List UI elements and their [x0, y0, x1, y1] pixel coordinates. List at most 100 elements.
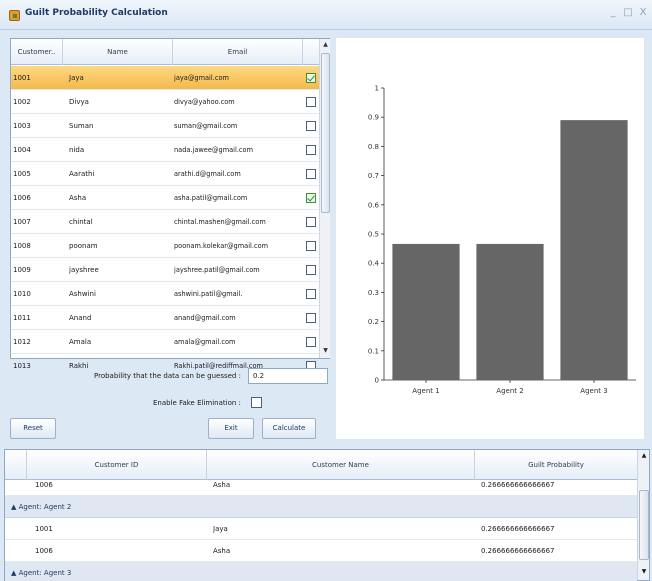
table-row[interactable]: 1008 poonam poonam.kolekar@gmail.com [11, 234, 319, 258]
customer-name-cell: Ashwini [69, 290, 96, 298]
minimize-button[interactable]: _ [607, 7, 619, 19]
table-row[interactable]: 1006 Asha 0.266666666666667 [5, 540, 637, 562]
table-row[interactable]: 1001 Jaya jaya@gmail.com [11, 66, 319, 90]
checkbox-cell [303, 138, 319, 162]
group-label: Agent: Agent 3 [18, 569, 72, 577]
table-row[interactable]: 1010 Ashwini ashwini.patil@gmail. [11, 282, 319, 306]
table-row[interactable]: 1004 nida nada.jawee@gmail.com [11, 138, 319, 162]
checkbox-cell [303, 306, 319, 330]
scroll-up-icon[interactable]: ▲ [320, 39, 331, 51]
table-row[interactable]: 1012 Amala amala@gmail.com [11, 330, 319, 354]
customer-id-cell: 1009 [13, 266, 31, 274]
leak-checkbox[interactable] [306, 289, 316, 299]
table-row[interactable]: 1003 Suman suman@gmail.com [11, 114, 319, 138]
leak-checkbox[interactable] [306, 313, 316, 323]
checkbox-cell [303, 90, 319, 114]
y-tick-label: 0.7 [368, 172, 379, 180]
leak-checkbox[interactable] [306, 145, 316, 155]
guilt-probability-chart: 0 0.1 0.2 0.3 0.4 0.5 0.6 0.7 0.8 0.9 1 Agent 1 Agen… [368, 85, 636, 395]
checkbox-cell [303, 282, 319, 306]
results-grid: Customer ID Customer Name Guilt Probabil… [4, 449, 650, 581]
group-row[interactable]: ▲ Agent: Agent 2 [5, 496, 637, 518]
y-tick-label: 1 [375, 85, 379, 93]
results-grid-scrollbar[interactable]: ▲ ▼ [637, 450, 649, 580]
leak-checkbox[interactable] [306, 217, 316, 227]
collapse-icon[interactable]: ▲ [11, 569, 19, 577]
table-row[interactable]: 1009 jayshree jayshree.patil@gmail.com [11, 258, 319, 282]
leak-checkbox[interactable] [306, 193, 316, 203]
checkbox-cell [303, 186, 319, 210]
customer-name-cell: Asha [213, 481, 231, 489]
y-tick-label: 0.8 [368, 143, 379, 151]
scroll-down-icon[interactable]: ▼ [638, 568, 650, 575]
customer-name-cell: Asha [213, 547, 231, 555]
leak-checkbox[interactable] [306, 121, 316, 131]
customer-name-cell: Amala [69, 338, 92, 346]
column-header-check[interactable] [303, 39, 319, 65]
customer-name-cell: Asha [69, 194, 87, 202]
table-row[interactable]: 1006 Asha asha.patil@gmail.com [11, 186, 319, 210]
customer-name-cell: Divya [69, 98, 89, 106]
probability-label: Probability that the data can be guessed… [94, 372, 241, 380]
customer-email-cell: jaya@gmail.com [174, 74, 229, 82]
customer-id-cell: 1012 [13, 338, 31, 346]
customer-email-cell: chintal.mashen@gmail.com [174, 218, 266, 226]
customer-email-cell: suman@gmail.com [174, 122, 238, 130]
leak-checkbox[interactable] [306, 265, 316, 275]
table-row[interactable]: 1001 Jaya 0.266666666666667 [5, 518, 637, 540]
probability-input[interactable]: 0.2 [248, 368, 328, 384]
y-tick-label: 0 [375, 377, 379, 385]
x-tick-label: Agent 3 [580, 387, 607, 395]
column-header-customer[interactable]: Customer.. [11, 39, 63, 65]
checkbox-cell [303, 66, 319, 90]
group-row[interactable]: ▲ Agent: Agent 3 [5, 562, 637, 581]
reset-button[interactable]: Reset [10, 418, 56, 439]
leak-checkbox[interactable] [306, 73, 316, 83]
scroll-down-icon[interactable]: ▼ [320, 345, 331, 357]
calculate-button[interactable]: Calculate [262, 418, 316, 439]
customer-name-cell: chintal [69, 218, 93, 226]
customer-id-cell: 1011 [13, 314, 31, 322]
checkbox-cell [303, 258, 319, 282]
customer-name-cell: jayshree [69, 266, 99, 274]
leak-checkbox[interactable] [306, 97, 316, 107]
customer-email-cell: jayshree.patil@gmail.com [174, 266, 260, 274]
table-row[interactable]: 1006 Asha 0.266666666666667 [5, 474, 637, 496]
customer-name-cell: Suman [69, 122, 94, 130]
customer-id-cell: 1008 [13, 242, 31, 250]
customer-email-cell: poonam.kolekar@gmail.com [174, 242, 269, 250]
customer-email-cell: anand@gmail.com [174, 314, 236, 322]
leak-checkbox[interactable] [306, 241, 316, 251]
table-row[interactable]: 1005 Aarathi arathi.d@gmail.com [11, 162, 319, 186]
leak-checkbox[interactable] [306, 169, 316, 179]
customer-id-cell: 1006 [35, 481, 53, 489]
y-tick-label: 0.1 [368, 347, 379, 355]
y-tick-label: 0.3 [368, 289, 379, 297]
guilt-probability-cell: 0.266666666666667 [481, 547, 555, 555]
app-icon [9, 10, 20, 21]
customer-grid-scrollbar[interactable]: ▲ ▼ [319, 39, 330, 358]
customer-email-cell: divya@yahoo.com [174, 98, 235, 106]
chart-panel: 0 0.1 0.2 0.3 0.4 0.5 0.6 0.7 0.8 0.9 1 Agent 1 Agen… [336, 38, 644, 439]
collapse-icon[interactable]: ▲ [11, 503, 19, 511]
column-header-email[interactable]: Email [173, 39, 303, 65]
customer-name-cell: nida [69, 146, 85, 154]
column-header-name[interactable]: Name [63, 39, 173, 65]
title-bar: Guilt Probability Calculation _ □ X [0, 0, 652, 30]
close-button[interactable]: X [637, 7, 649, 19]
scroll-thumb[interactable] [639, 490, 649, 560]
fake-elimination-checkbox[interactable] [251, 397, 262, 408]
table-row[interactable]: 1007 chintal chintal.mashen@gmail.com [11, 210, 319, 234]
table-row[interactable]: 1002 Divya divya@yahoo.com [11, 90, 319, 114]
customer-name-cell: Anand [69, 314, 92, 322]
scroll-thumb[interactable] [321, 53, 330, 213]
x-tick-label: Agent 2 [496, 387, 523, 395]
table-row[interactable]: 1011 Anand anand@gmail.com [11, 306, 319, 330]
exit-button[interactable]: Exit [208, 418, 254, 439]
leak-checkbox[interactable] [306, 337, 316, 347]
bar-agent-2 [476, 243, 544, 380]
maximize-button[interactable]: □ [622, 7, 634, 19]
scroll-up-icon[interactable]: ▲ [638, 452, 650, 459]
customer-name-cell: Jaya [213, 525, 228, 533]
x-tick-label: Agent 1 [412, 387, 439, 395]
